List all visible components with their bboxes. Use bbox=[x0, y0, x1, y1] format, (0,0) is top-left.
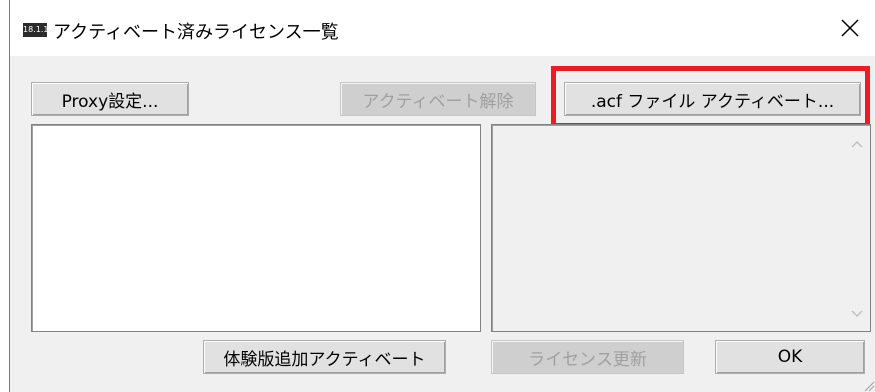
license-dialog: 18.1.1 アクティベート済みライセンス一覧 Proxy設定... アクティベ… bbox=[9, 0, 875, 392]
resize-grip-icon[interactable] bbox=[861, 378, 875, 392]
title-bar: 18.1.1 アクティベート済みライセンス一覧 bbox=[10, 0, 875, 56]
highlight-box bbox=[551, 66, 870, 128]
scroll-down-arrow-icon[interactable] bbox=[850, 309, 864, 319]
trial-additional-activate-button[interactable]: 体験版追加アクティベート bbox=[203, 340, 446, 374]
scroll-up-arrow-icon[interactable] bbox=[850, 139, 864, 149]
close-icon bbox=[841, 19, 859, 37]
deactivate-button[interactable]: アクティベート解除 bbox=[340, 82, 536, 116]
close-button[interactable] bbox=[824, 6, 875, 50]
ok-button[interactable]: OK bbox=[715, 340, 865, 374]
window-title: アクティベート済みライセンス一覧 bbox=[53, 22, 339, 43]
license-update-button[interactable]: ライセンス更新 bbox=[491, 340, 684, 374]
license-detail-list[interactable] bbox=[491, 124, 871, 332]
app-icon: 18.1.1 bbox=[23, 23, 47, 37]
license-list[interactable] bbox=[31, 124, 481, 332]
proxy-settings-button[interactable]: Proxy設定... bbox=[31, 82, 189, 116]
